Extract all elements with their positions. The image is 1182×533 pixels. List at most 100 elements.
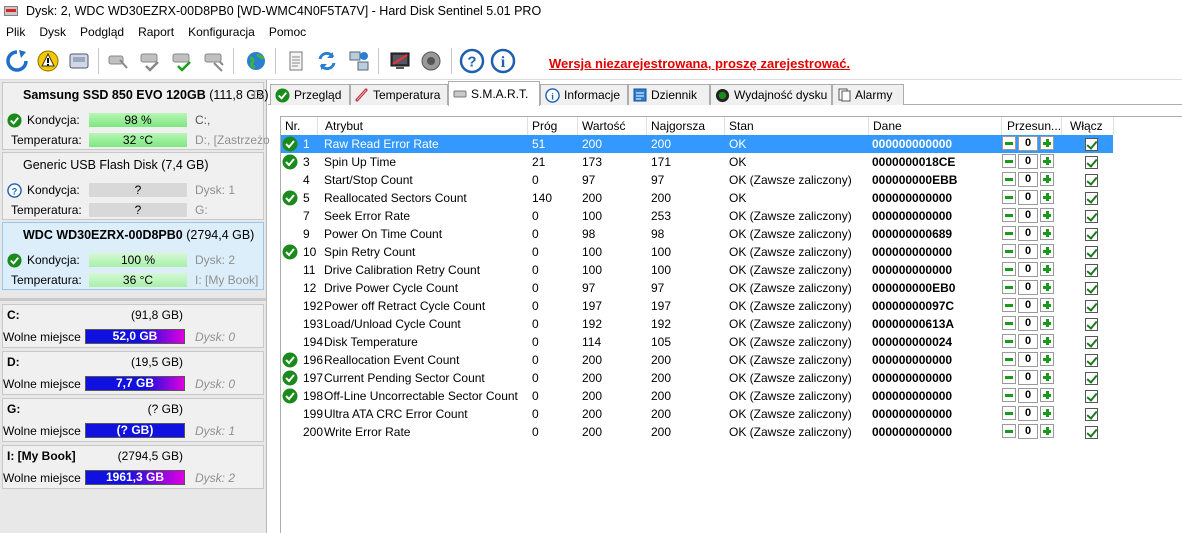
unregistered-link[interactable]: Wersja niezarejestrowana, proszę zarejes… — [549, 56, 850, 71]
disk-tool-icon[interactable] — [200, 47, 228, 75]
enable-checkbox[interactable] — [1085, 390, 1098, 403]
col-wartosc[interactable]: Wartość — [582, 119, 626, 133]
enable-checkbox[interactable] — [1085, 282, 1098, 295]
plus-icon[interactable] — [1040, 262, 1054, 276]
enable-checkbox[interactable] — [1085, 174, 1098, 187]
shift-value[interactable]: 0 — [1018, 244, 1038, 259]
shift-stepper[interactable]: 0 — [1002, 334, 1056, 350]
panel-divider[interactable] — [0, 298, 266, 301]
minus-icon[interactable] — [1002, 262, 1016, 276]
plus-icon[interactable] — [1040, 208, 1054, 222]
minus-icon[interactable] — [1002, 136, 1016, 150]
shift-value[interactable]: 0 — [1018, 172, 1038, 187]
col-wlacz[interactable]: Włącz — [1070, 119, 1103, 133]
enable-checkbox[interactable] — [1085, 246, 1098, 259]
menu-konfiguracja[interactable]: Konfiguracja — [182, 25, 263, 39]
plus-icon[interactable] — [1040, 298, 1054, 312]
shift-value[interactable]: 0 — [1018, 226, 1038, 241]
shift-value[interactable]: 0 — [1018, 298, 1038, 313]
enable-checkbox[interactable] — [1085, 318, 1098, 331]
table-row[interactable]: 1 Raw Read Error Rate 51 200 200 OK 0000000000… — [281, 135, 1113, 153]
shift-stepper[interactable]: 0 — [1002, 388, 1056, 404]
shift-stepper[interactable]: 0 — [1002, 154, 1056, 170]
minus-icon[interactable] — [1002, 316, 1016, 330]
warning-icon[interactable] — [34, 47, 62, 75]
shift-value[interactable]: 0 — [1018, 424, 1038, 439]
globe-icon[interactable] — [242, 47, 270, 75]
enable-checkbox[interactable] — [1085, 354, 1098, 367]
minus-icon[interactable] — [1002, 424, 1016, 438]
shift-stepper[interactable]: 0 — [1002, 190, 1056, 206]
disk-check-icon[interactable] — [136, 47, 164, 75]
partition-g[interactable]: G: (? GB) Wolne miejsce (? GB) Dysk: 1 — [2, 398, 264, 442]
col-przesun[interactable]: Przesun... — [1007, 119, 1061, 133]
plus-icon[interactable] — [1040, 424, 1054, 438]
plus-icon[interactable] — [1040, 154, 1054, 168]
minus-icon[interactable] — [1002, 406, 1016, 420]
minus-icon[interactable] — [1002, 352, 1016, 366]
help-icon[interactable]: ? — [458, 47, 486, 75]
minus-icon[interactable] — [1002, 208, 1016, 222]
table-row[interactable]: 9 Power On Time Count 0 98 98 OK (Zawsze zali… — [281, 225, 1113, 243]
document-icon[interactable] — [282, 47, 310, 75]
tab-smart[interactable]: S.M.A.R.T. — [448, 81, 540, 106]
shift-stepper[interactable]: 0 — [1002, 262, 1056, 278]
enable-checkbox[interactable] — [1085, 372, 1098, 385]
minus-icon[interactable] — [1002, 190, 1016, 204]
menu-pomoc[interactable]: Pomoc — [263, 25, 314, 39]
tab-przeglad[interactable]: Przegląd — [270, 84, 350, 105]
partition-i[interactable]: I: [My Book] (2794,5 GB) Wolne miejsce 1… — [2, 445, 264, 489]
plus-icon[interactable] — [1040, 370, 1054, 384]
tab-dziennik[interactable]: Dziennik — [628, 84, 710, 105]
shift-value[interactable]: 0 — [1018, 334, 1038, 349]
table-row[interactable]: 4 Start/Stop Count 0 97 97 OK (Zawsze zaliczo… — [281, 171, 1113, 189]
partition-c[interactable]: C: (91,8 GB) Wolne miejsce 52,0 GB Dysk:… — [2, 304, 264, 348]
col-stan[interactable]: Stan — [729, 119, 754, 133]
minus-icon[interactable] — [1002, 244, 1016, 258]
shift-value[interactable]: 0 — [1018, 406, 1038, 421]
enable-checkbox[interactable] — [1085, 192, 1098, 205]
table-row[interactable]: 192 Power off Retract Cycle Count 0 197 197 O… — [281, 297, 1113, 315]
table-row[interactable]: 193 Load/Unload Cycle Count 0 192 192 OK (Zaw… — [281, 315, 1113, 333]
monitor-icon[interactable] — [386, 47, 414, 75]
disk-item-samsung[interactable]: Samsung SSD 850 EVO 120GB (111,8 GB) D; … — [2, 82, 270, 150]
enable-checkbox[interactable] — [1085, 156, 1098, 169]
plus-icon[interactable] — [1040, 352, 1054, 366]
minus-icon[interactable] — [1002, 154, 1016, 168]
minus-icon[interactable] — [1002, 334, 1016, 348]
menu-dysk[interactable]: Dysk — [33, 25, 74, 39]
plus-icon[interactable] — [1040, 316, 1054, 330]
menu-podglad[interactable]: Podgląd — [74, 25, 132, 39]
shift-value[interactable]: 0 — [1018, 280, 1038, 295]
minus-icon[interactable] — [1002, 280, 1016, 294]
shift-value[interactable]: 0 — [1018, 388, 1038, 403]
minus-icon[interactable] — [1002, 298, 1016, 312]
table-row[interactable]: 10 Spin Retry Count 0 100 100 OK (Zawsze zali… — [281, 243, 1113, 261]
shift-value[interactable]: 0 — [1018, 370, 1038, 385]
shift-stepper[interactable]: 0 — [1002, 244, 1056, 260]
shift-stepper[interactable]: 0 — [1002, 226, 1056, 242]
disk-icon[interactable] — [65, 47, 93, 75]
refresh-icon[interactable] — [3, 47, 31, 75]
disk-ok-icon[interactable] — [168, 47, 196, 75]
shift-stepper[interactable]: 0 — [1002, 370, 1056, 386]
minus-icon[interactable] — [1002, 226, 1016, 240]
network-icon[interactable] — [345, 47, 373, 75]
shift-stepper[interactable]: 0 — [1002, 316, 1056, 332]
minus-icon[interactable] — [1002, 370, 1016, 384]
shift-value[interactable]: 0 — [1018, 316, 1038, 331]
table-row[interactable]: 196 Reallocation Event Count 0 200 200 OK (Za… — [281, 351, 1113, 369]
enable-checkbox[interactable] — [1085, 210, 1098, 223]
tab-wydajnosc[interactable]: Wydajność dysku — [710, 84, 832, 105]
plus-icon[interactable] — [1040, 190, 1054, 204]
table-row[interactable]: 5 Reallocated Sectors Count 140 200 200 OK 000… — [281, 189, 1113, 207]
partition-d[interactable]: D: (19,5 GB) Wolne miejsce 7,7 GB Dysk: … — [2, 351, 264, 395]
col-atrybut[interactable]: Atrybut — [325, 119, 363, 133]
enable-checkbox[interactable] — [1085, 408, 1098, 421]
table-row[interactable]: 11 Drive Calibration Retry Count 0 100 100 OK… — [281, 261, 1113, 279]
shift-stepper[interactable]: 0 — [1002, 136, 1056, 152]
shift-value[interactable]: 0 — [1018, 208, 1038, 223]
speaker-icon[interactable] — [417, 47, 445, 75]
col-najgorsza[interactable]: Najgorsza — [651, 119, 705, 133]
enable-checkbox[interactable] — [1085, 138, 1098, 151]
